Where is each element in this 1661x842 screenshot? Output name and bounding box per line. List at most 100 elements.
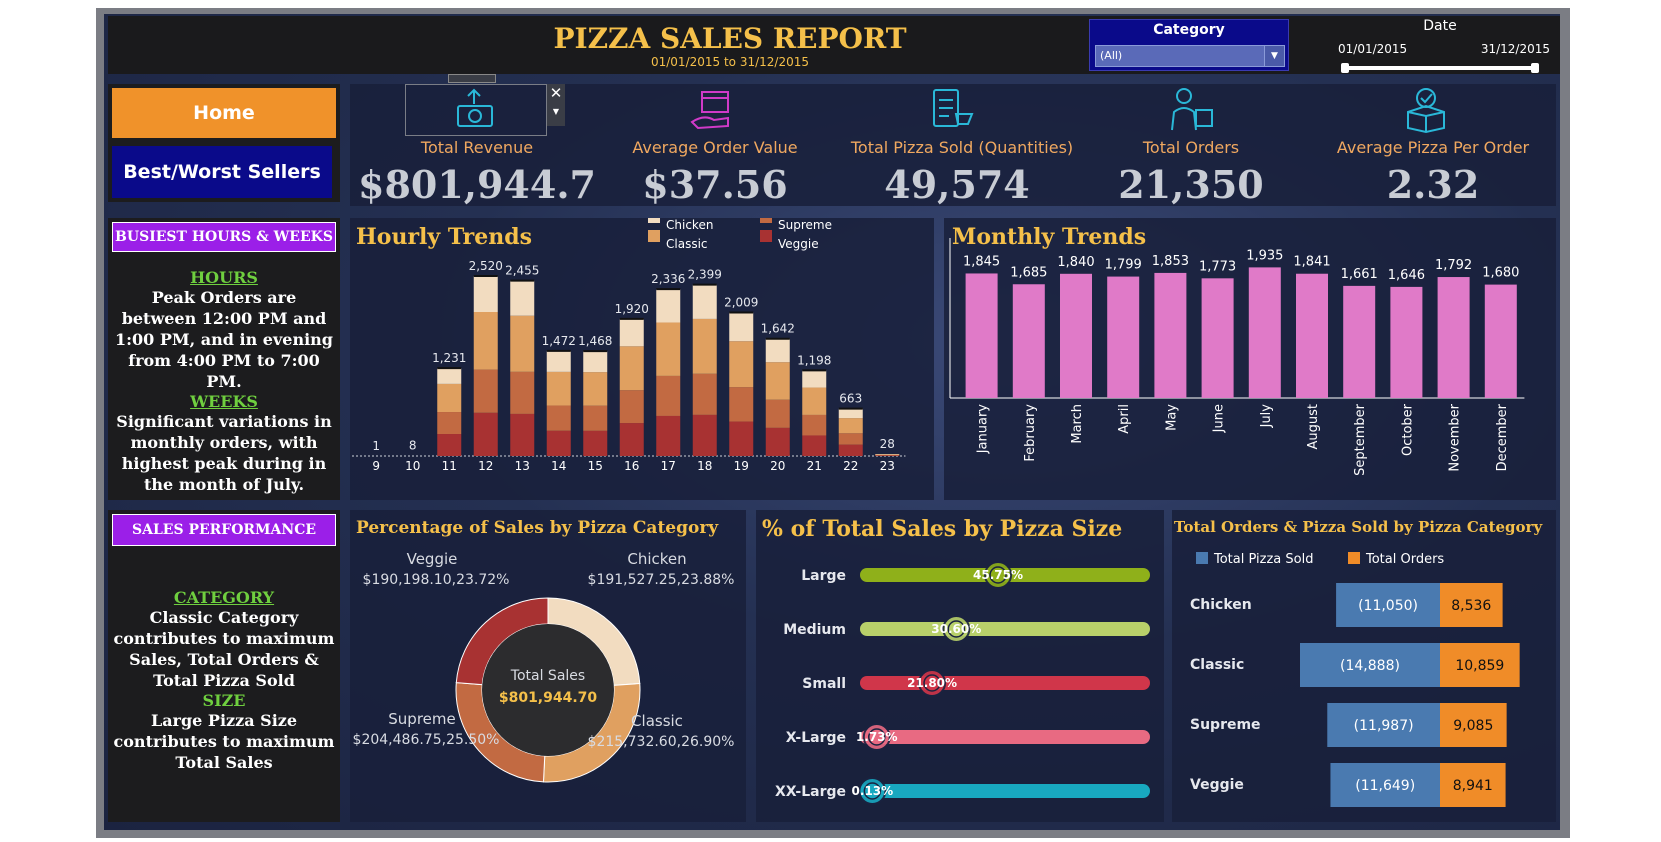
hourly-bar-18-supreme [692,373,717,415]
average-pizza-per-order-label: Average Pizza Per Order [1336,138,1530,157]
monthly-data-label: 1,773 [1199,259,1236,274]
monthly-tick-label: February [1023,404,1038,462]
orders-value-label: 10,859 [1455,658,1504,674]
monthly-bar-april [1107,276,1140,398]
orders-category-label-chicken: Chicken [1190,597,1252,613]
hourly-tick-label: 22 [843,459,858,473]
hourly-bar-15-supreme [583,405,608,431]
donut-value-label-veggie: $190,198.10,23.72% [363,572,510,588]
hours-heading: HOURS [190,268,258,287]
legend-swatch-chicken [648,218,660,223]
hourly-bar-14-classic [546,371,571,406]
close-icon[interactable]: ✕ [547,84,565,102]
hourly-bar-12-supreme [473,369,498,413]
monthly-tick-label: June [1212,404,1227,433]
legend-swatch-orders [1348,552,1360,564]
size-sales-chart: Large 45.75% Medium 30.60% Small 21.80% X-Larg… [775,561,1150,805]
monthly-tick-label: October [1400,403,1415,456]
donut-category-label-veggie: Veggie [407,550,458,568]
hourly-bar-17-supreme [656,375,681,416]
orders-value-label: 8,536 [1451,598,1491,614]
monthly-bar-october [1390,286,1423,398]
hourly-bar-18-veggie [692,414,717,456]
home-button[interactable]: Home [112,88,336,138]
hourly-data-label: 1,468 [578,334,612,348]
monthly-data-label: 1,646 [1388,268,1425,283]
legend-label-supreme: Supreme [778,218,832,232]
monthly-bar-june [1201,278,1234,398]
hourly-tick-label: 13 [515,459,530,473]
date-range-subtitle: 01/01/2015 to 31/12/2015 [650,55,809,69]
category-dropdown-value: (All) [1100,49,1123,62]
size-bar-medium [860,622,1150,636]
average-order-value-label: Average Order Value [632,138,798,157]
donut-value-label-chicken: $191,527.25,23.88% [588,572,735,588]
category-heading: CATEGORY [173,588,275,607]
monthly-data-label: 1,685 [1010,265,1047,280]
monthly-bar-august [1296,273,1328,398]
hourly-bar-20-veggie [765,427,790,456]
date-slicer: Date 01/01/2015 31/12/2015 [1330,18,1550,74]
monthly-bar-may [1154,272,1187,398]
hourly-data-label: 1,472 [542,334,576,348]
date-slicer-label: Date [1423,18,1457,34]
panel-handle[interactable] [448,74,496,83]
chevron-down-icon[interactable]: ▼ [1264,46,1284,66]
date-start-handle[interactable] [1341,63,1349,73]
hourly-bar-22-classic [838,418,863,434]
size-label-medium: Medium [783,622,846,638]
hourly-data-label: 8 [409,438,417,452]
hourly-tick-label: 11 [442,459,457,473]
monthly-bar-march [1060,273,1092,398]
monthly-tick-label: November [1448,403,1463,471]
box-hand-icon [690,91,729,130]
best-worst-sellers-button[interactable]: Best/Worst Sellers [112,146,332,198]
hourly-data-label: 1,920 [615,302,649,316]
pizza-sold-value-label: (11,050) [1358,598,1418,614]
donut-category-label-chicken: Chicken [627,550,686,568]
hourly-bar-12-veggie [473,412,498,456]
date-start-label: 01/01/2015 [1338,42,1408,56]
legend-label-classic: Classic [666,237,708,251]
monthly-data-label: 1,853 [1152,254,1189,269]
hourly-bar-20-chicken [765,338,790,363]
hourly-bar-13-supreme [510,371,535,414]
hourly-bar-20-supreme [765,399,790,428]
legend-swatch-veggie [760,230,772,242]
monthly-data-label: 1,845 [963,254,1000,269]
size-text: Large Pizza Size contributes to maximum … [113,711,335,772]
hourly-data-label: 2,009 [724,296,758,310]
hourly-tick-label: 17 [661,459,676,473]
legend-swatch-supreme [760,218,772,223]
orders-value-label: 8,941 [1453,778,1493,794]
hourly-bar-12-classic [473,312,498,370]
orders-category-label-classic: Classic [1190,657,1244,673]
hourly-bar-21-veggie [802,435,827,456]
box-check-icon [1407,88,1445,134]
date-range-slider[interactable] [1341,63,1539,73]
hourly-bar-14-supreme [546,405,571,431]
monthly-data-label: 1,680 [1482,266,1519,281]
hourly-tick-label: 12 [478,459,493,473]
hourly-bar-11-classic [437,383,462,413]
category-dropdown[interactable]: (All) ▼ [1095,45,1285,67]
size-value-label: 21.80% [907,676,957,690]
size-bar-x-large [860,730,1150,744]
hourly-bar-21-supreme [802,414,827,436]
average-pizza-per-order-value: 2.32 [1386,162,1480,207]
hourly-bar-22-chicken [838,408,863,419]
date-end-handle[interactable] [1531,63,1539,73]
donut-value-label-classic: $215,732.60,26.90% [588,734,735,750]
hourly-bar-22-supreme [838,433,863,445]
hours-text: Peak Orders are between 12:00 PM and 1:0… [115,288,333,391]
kpi-side-controls: ✕ ▼ [547,84,565,126]
chevron-down-icon[interactable]: ▼ [547,102,565,122]
pizza-sold-value-label: (11,649) [1355,778,1415,794]
orders-category-label-veggie: Veggie [1190,777,1244,793]
category-slicer: Category (All) ▼ [1089,19,1289,71]
hourly-bar-16-chicken [619,318,644,347]
hourly-bar-21-chicken [802,370,827,388]
hourly-data-label: 28 [880,437,895,451]
monthly-data-label: 1,661 [1341,267,1378,282]
donut-center-label: Total Sales [510,668,585,684]
